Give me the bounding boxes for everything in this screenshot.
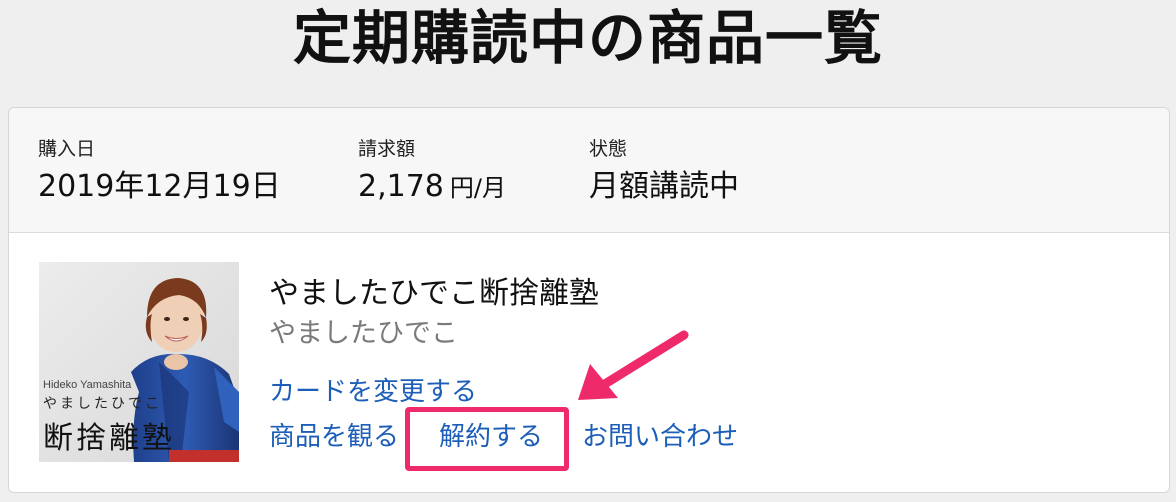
- change-card-link[interactable]: カードを変更する: [269, 375, 477, 409]
- thumbnail-romaji: Hideko Yamashita: [43, 379, 132, 391]
- thumbnail-name: 断捨離塾: [43, 421, 175, 456]
- billing-amount: 2,178: [358, 169, 444, 204]
- cancel-subscription-link[interactable]: 解約する: [439, 420, 543, 454]
- view-product-link[interactable]: 商品を観る: [269, 420, 399, 454]
- status-field: 状態 月額講読中: [589, 136, 739, 206]
- thumbnail-kana: やましたひでこ: [43, 396, 162, 412]
- billing-unit: 円/月: [449, 174, 506, 202]
- page-title: 定期購読中の商品一覧: [292, 4, 883, 72]
- status-label: 状態: [589, 138, 628, 160]
- product-thumbnail[interactable]: Hideko Yamashita やましたひでこ 断捨離塾: [39, 262, 239, 462]
- product-title[interactable]: やましたひでこ断捨離塾: [269, 274, 599, 314]
- purchase-date-field: 購入日 2019年12月19日: [38, 136, 281, 206]
- billing-value: 2,178 円/月: [358, 168, 506, 207]
- subscription-card: 購入日 2019年12月19日 請求額 2,178 円/月 状態 月額講読中 H…: [8, 107, 1170, 493]
- billing-field: 請求額 2,178 円/月: [358, 136, 506, 207]
- purchase-date-label: 購入日: [38, 138, 96, 160]
- contact-link[interactable]: お問い合わせ: [582, 420, 738, 454]
- billing-label: 請求額: [358, 138, 416, 160]
- product-author: やましたひでこ: [269, 318, 458, 349]
- status-value: 月額講読中: [589, 169, 739, 204]
- product-thumbnail-image: Hideko Yamashita やましたひでこ 断捨離塾: [39, 262, 239, 462]
- subscription-summary: 購入日 2019年12月19日 請求額 2,178 円/月 状態 月額講読中: [9, 108, 1169, 233]
- purchase-date-value: 2019年12月19日: [38, 169, 281, 204]
- page: 定期購読中の商品一覧 購入日 2019年12月19日 請求額 2,178 円/月 …: [0, 0, 1176, 502]
